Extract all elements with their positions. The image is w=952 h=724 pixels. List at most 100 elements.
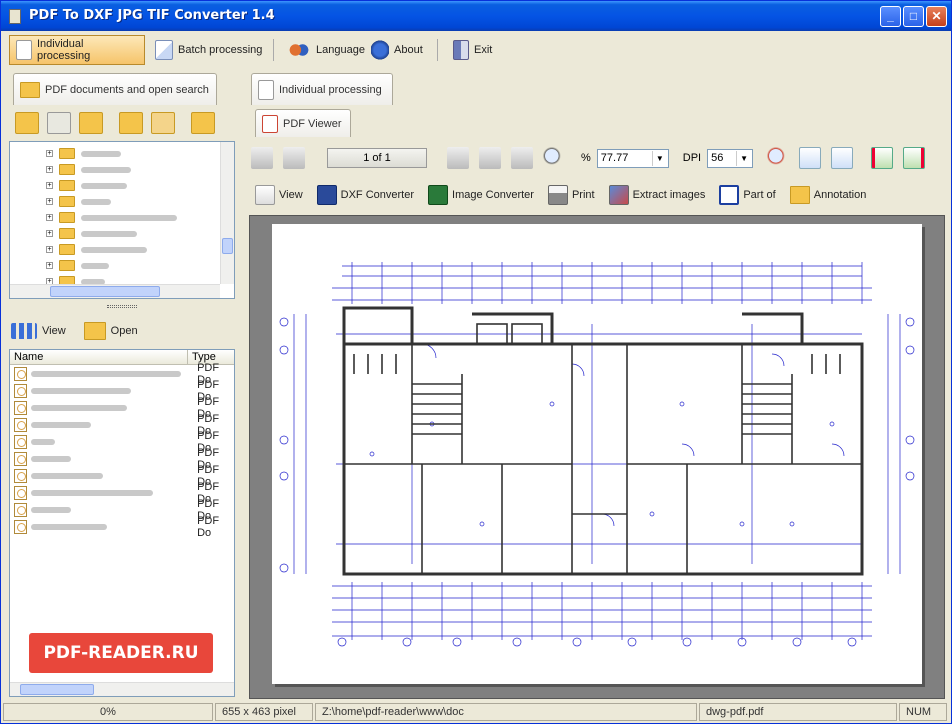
file-list-horizontal-scrollbar[interactable] [10, 682, 234, 696]
column-header-name[interactable]: Name [10, 350, 188, 364]
part-of-button[interactable]: Part of [719, 185, 776, 205]
annotation-button[interactable]: Annotation [789, 186, 866, 204]
tree-vertical-scrollbar[interactable] [220, 142, 234, 284]
tree-item[interactable]: + [46, 212, 177, 223]
expand-icon[interactable]: + [46, 198, 53, 205]
app-window: PDF To DXF JPG TIF Converter 1.4 _ □ ✕ I… [0, 0, 952, 724]
first-page-icon[interactable] [251, 147, 273, 169]
pdf-file-icon [14, 452, 27, 466]
extract-images-button[interactable]: Extract images [608, 185, 706, 205]
maximize-button[interactable]: □ [903, 6, 924, 27]
view-mode-button[interactable]: View [11, 323, 66, 339]
chevron-down-icon[interactable]: ▼ [736, 150, 752, 166]
chevron-down-icon[interactable]: ▼ [651, 150, 667, 166]
minimize-button[interactable]: _ [880, 6, 901, 27]
fit-page-icon[interactable] [831, 147, 854, 169]
folder-icon [59, 212, 75, 223]
folder-up-icon[interactable] [79, 112, 103, 134]
open-folder-icon [83, 322, 106, 340]
folder-forward-icon[interactable] [47, 112, 71, 134]
rotate-right-icon[interactable] [903, 147, 926, 169]
view-button[interactable]: View [255, 185, 303, 205]
folder-icon [59, 196, 75, 207]
tree-item[interactable]: + [46, 228, 137, 239]
file-actions: View Open [11, 317, 233, 345]
previous-page-icon[interactable] [283, 147, 305, 169]
language-users-icon [287, 40, 311, 60]
language-button[interactable]: Language [281, 35, 371, 65]
close-button[interactable]: ✕ [926, 6, 947, 27]
folder-icon [59, 180, 75, 191]
expand-icon[interactable]: + [46, 214, 53, 221]
image-converter-button[interactable]: Image Converter [428, 185, 534, 205]
panel-splitter[interactable] [107, 305, 137, 308]
scroll-thumb[interactable] [20, 684, 94, 695]
expand-icon[interactable]: + [46, 262, 53, 269]
expand-icon[interactable]: + [46, 150, 53, 157]
fit-width-icon[interactable] [799, 147, 822, 169]
folder-check-icon[interactable] [191, 112, 215, 134]
file-list-item[interactable]: PDF Do [10, 515, 234, 539]
pdf-file-icon [14, 384, 27, 398]
file-name-redacted [30, 490, 193, 496]
tree-item[interactable]: + [46, 260, 109, 271]
tree-item[interactable]: + [46, 164, 131, 175]
file-name-redacted [30, 524, 193, 530]
zoom-select[interactable]: 77.77 ▼ [596, 148, 669, 168]
view-label: View [42, 325, 66, 337]
document-icon [16, 40, 32, 60]
title-bar[interactable]: PDF To DXF JPG TIF Converter 1.4 _ □ ✕ [1, 1, 951, 31]
zoom-out-icon[interactable] [543, 147, 565, 169]
page-indicator: 1 of 1 [327, 148, 427, 168]
dxf-converter-button[interactable]: DXF Converter [316, 185, 414, 205]
exit-button[interactable]: Exit [447, 35, 498, 65]
folder-tree[interactable]: + + + + + + + + + [9, 141, 235, 299]
expand-icon[interactable]: + [46, 230, 53, 237]
folder-search-icon[interactable] [151, 112, 175, 134]
next-page-icon[interactable] [447, 147, 469, 169]
pdf-page[interactable] [272, 224, 922, 684]
rotate-left-icon[interactable] [871, 147, 894, 169]
expand-icon[interactable]: + [46, 182, 53, 189]
zoom-percent-label: % [581, 152, 591, 164]
scroll-thumb[interactable] [222, 238, 233, 254]
file-name-redacted [30, 507, 193, 513]
dpi-select[interactable]: 56 ▼ [707, 148, 754, 168]
tree-horizontal-scrollbar[interactable] [10, 284, 220, 298]
save-disk-icon [428, 185, 449, 205]
tab-pdf-viewer[interactable]: PDF Viewer [255, 109, 351, 137]
status-num-lock: NUM [899, 703, 947, 721]
last-page-icon[interactable] [511, 147, 533, 169]
status-bar: 0% 655 x 463 pixel Z:\home\pdf-reader\ww… [3, 703, 949, 723]
pdf-file-icon [14, 435, 27, 449]
tree-item[interactable]: + [46, 196, 111, 207]
zoom-value: 77.77 [600, 152, 629, 164]
tab-individual-processing[interactable]: Individual processing [251, 73, 393, 105]
open-button[interactable]: Open [83, 322, 138, 340]
expand-icon[interactable]: + [46, 246, 53, 253]
pdf-file-icon [14, 401, 27, 415]
status-filename: dwg-pdf.pdf [699, 703, 897, 721]
extract-images-label: Extract images [632, 189, 706, 201]
down-page-icon[interactable] [479, 147, 501, 169]
tree-item[interactable]: + [46, 244, 147, 255]
scroll-thumb[interactable] [50, 286, 160, 297]
tab-pdf-documents[interactable]: PDF documents and open search [13, 73, 217, 105]
annotation-folder-icon [789, 186, 810, 204]
batch-processing-button[interactable]: Batch processing [149, 35, 268, 65]
about-button[interactable]: About [365, 35, 429, 65]
tree-item[interactable]: + [46, 180, 127, 191]
window-title: PDF To DXF JPG TIF Converter 1.4 [29, 8, 275, 23]
folder-back-icon[interactable] [15, 112, 39, 134]
tree-item[interactable]: + [46, 148, 121, 159]
individual-processing-button[interactable]: Individual processing [9, 35, 145, 65]
crop-icon [719, 185, 740, 205]
print-button[interactable]: Print [547, 185, 595, 205]
zoom-in-icon[interactable] [767, 147, 790, 169]
document-canvas[interactable] [249, 215, 945, 699]
pdf-icon [262, 114, 278, 133]
part-of-label: Part of [743, 189, 776, 201]
expand-icon[interactable]: + [46, 166, 53, 173]
save-disk-icon [316, 185, 337, 205]
new-folder-icon[interactable] [119, 112, 143, 134]
